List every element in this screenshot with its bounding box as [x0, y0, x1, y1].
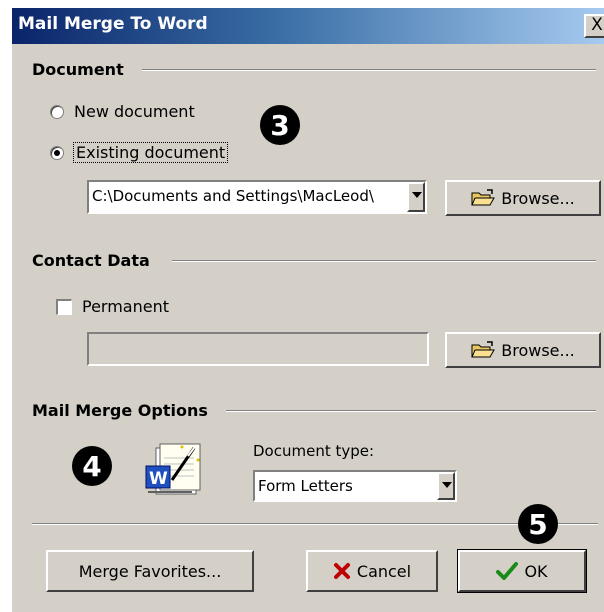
merge-favorites-button[interactable]: Merge Favorites...: [46, 550, 254, 592]
contact-group-line: [172, 260, 596, 262]
contact-path-field[interactable]: [87, 332, 429, 366]
open-folder-icon: [471, 189, 496, 207]
window-title: Mail Merge To Word: [18, 14, 208, 34]
cancel-label: Cancel: [356, 561, 412, 581]
existing-document-option[interactable]: Existing document: [50, 142, 229, 163]
close-button[interactable]: X: [584, 14, 604, 38]
options-group-header: Mail Merge Options: [32, 401, 208, 420]
callout-5-badge: 5: [518, 504, 558, 544]
document-browse-button[interactable]: Browse...: [445, 180, 601, 216]
permanent-option[interactable]: Permanent: [56, 297, 169, 316]
chevron-down-icon[interactable]: [407, 182, 425, 212]
contact-group-header: Contact Data: [32, 251, 150, 270]
document-group-header: Document: [32, 60, 124, 79]
ok-label: OK: [524, 561, 548, 581]
red-x-icon: [333, 562, 351, 580]
document-browse-label: Browse...: [501, 188, 575, 208]
permanent-checkbox[interactable]: [56, 298, 72, 315]
svg-text:W: W: [149, 469, 168, 489]
contact-browse-label: Browse...: [501, 340, 575, 360]
green-checkmark-icon: [496, 561, 519, 581]
options-group-line: [226, 410, 596, 412]
callout-3-badge: 3: [260, 105, 300, 145]
cancel-button[interactable]: Cancel: [306, 550, 438, 592]
document-type-label: Document type:: [253, 442, 375, 460]
new-document-radio[interactable]: [50, 104, 64, 119]
open-folder-icon: [471, 341, 496, 359]
new-document-option[interactable]: New document: [50, 102, 195, 121]
footer-separator: [32, 523, 598, 525]
ok-button[interactable]: OK: [457, 549, 587, 593]
word-mail-merge-wizard-icon: W: [142, 442, 202, 500]
document-type-select[interactable]: Form Letters: [253, 470, 457, 502]
document-path-combo[interactable]: C:\Documents and Settings\MacLeod\: [87, 180, 427, 214]
merge-favorites-label: Merge Favorites...: [78, 561, 222, 581]
chevron-down-icon[interactable]: [437, 472, 455, 500]
new-document-label: New document: [74, 102, 195, 121]
existing-document-radio[interactable]: [50, 145, 64, 160]
document-path-value: C:\Documents and Settings\MacLeod\: [92, 187, 374, 205]
existing-document-label: Existing document: [72, 142, 229, 163]
mail-merge-dialog: Mail Merge To Word X Document New docume…: [12, 8, 604, 612]
callout-4-badge: 4: [72, 446, 112, 486]
title-bar[interactable]: Mail Merge To Word X: [12, 8, 604, 44]
contact-browse-button[interactable]: Browse...: [445, 332, 601, 368]
document-type-value: Form Letters: [258, 477, 353, 495]
permanent-label: Permanent: [82, 297, 170, 316]
document-group-line: [142, 69, 596, 71]
